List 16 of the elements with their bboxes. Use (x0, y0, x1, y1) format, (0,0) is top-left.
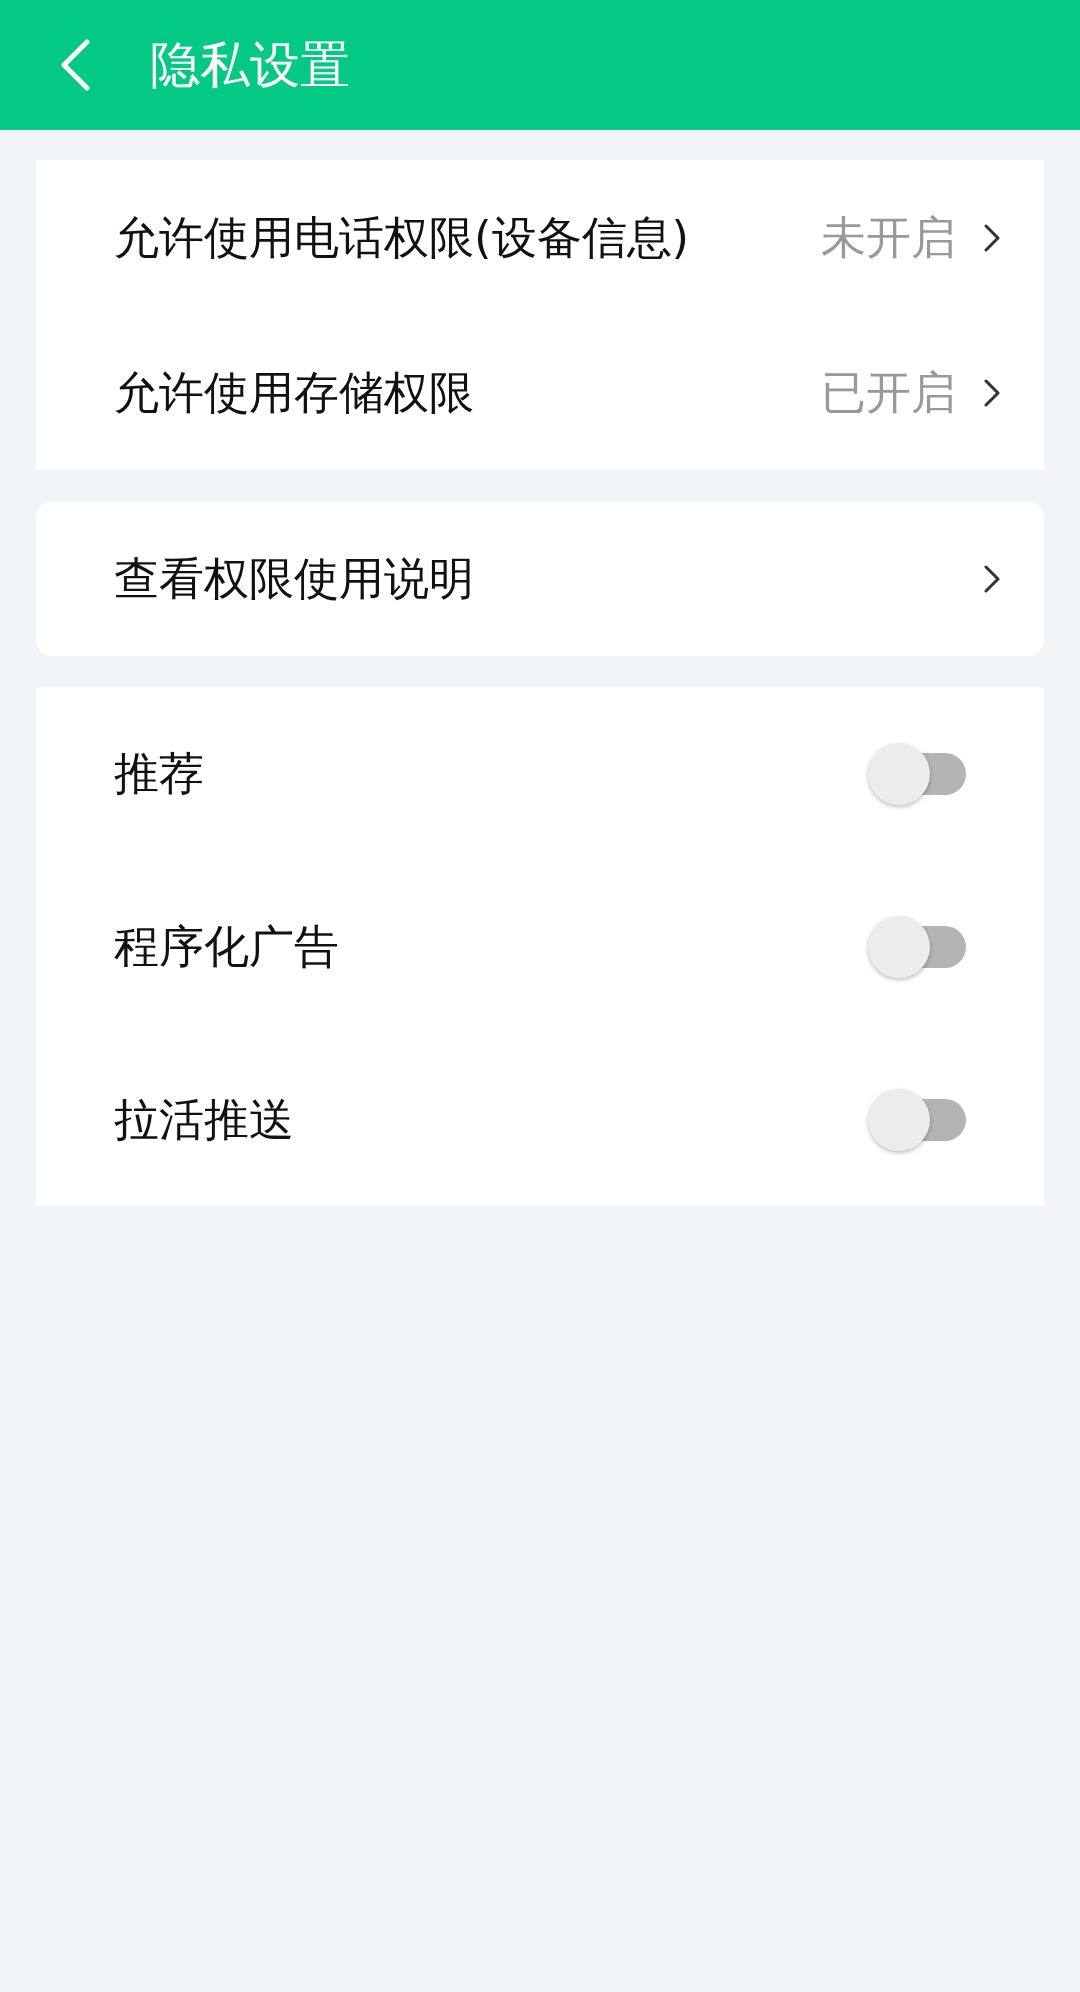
status-text: 未开启 (821, 209, 956, 266)
toggle-switch[interactable] (868, 742, 966, 805)
setting-label: 推荐 (114, 745, 205, 802)
back-icon (60, 39, 90, 91)
setting-label: 程序化广告 (114, 918, 340, 975)
page-title: 隐私设置 (150, 35, 350, 95)
setting-label: 允许使用存储权限 (114, 364, 475, 421)
chevron-right-icon (984, 564, 1000, 593)
toggle-switch[interactable] (868, 1088, 966, 1151)
chevron-right-icon (984, 223, 1000, 252)
setting-label: 拉活推送 (114, 1091, 295, 1148)
chevron-right-icon (984, 378, 1000, 407)
status-text: 已开启 (821, 364, 956, 421)
toggle-switch[interactable] (868, 915, 966, 978)
setting-label: 查看权限使用说明 (114, 550, 475, 607)
setting-label: 允许使用电话权限(设备信息) (114, 209, 691, 266)
